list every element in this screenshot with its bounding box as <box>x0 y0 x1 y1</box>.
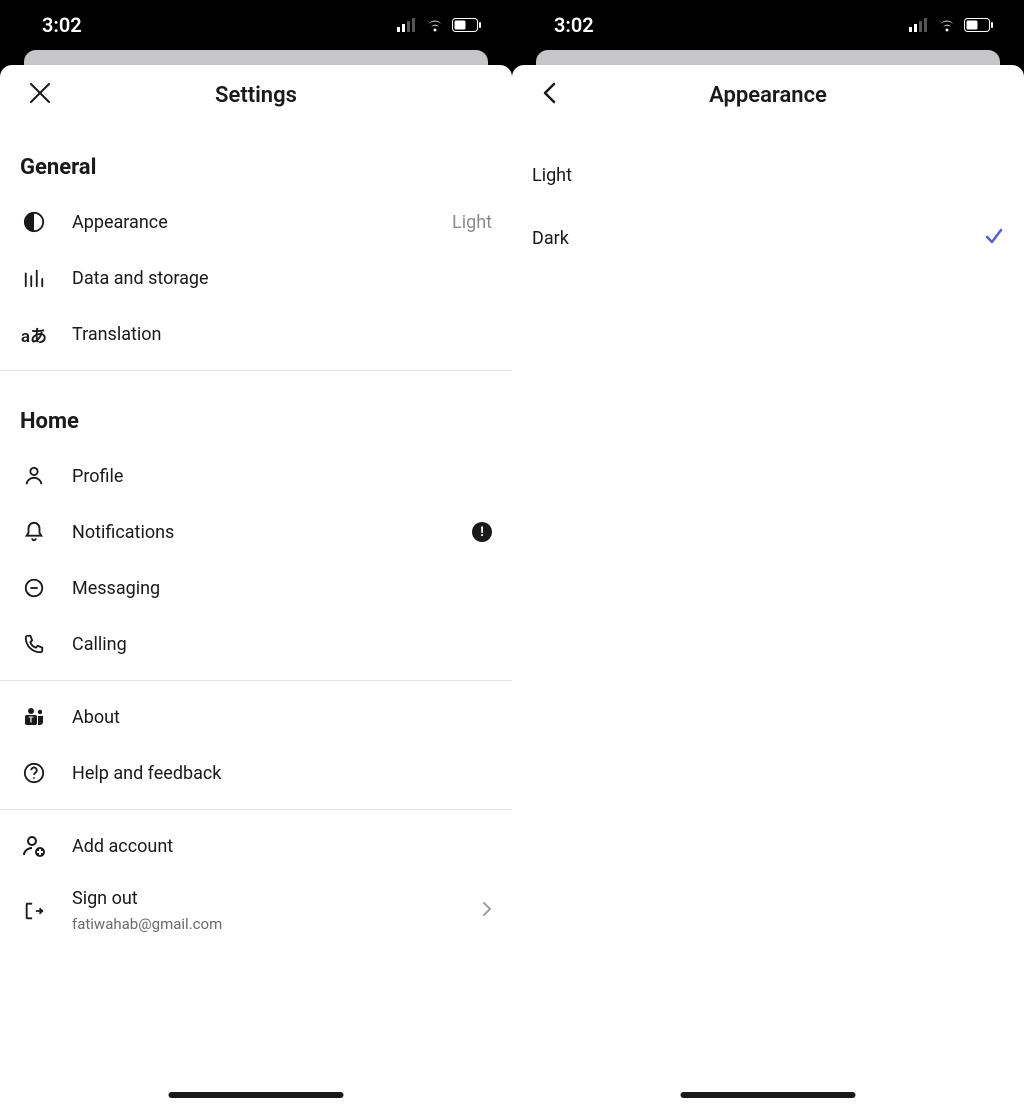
row-appearance[interactable]: Appearance Light <box>0 194 512 250</box>
row-label: Appearance <box>72 212 452 233</box>
wifi-icon <box>937 18 957 32</box>
phone-icon <box>20 630 48 658</box>
row-label: Help and feedback <box>72 763 492 784</box>
status-time: 3:02 <box>42 13 82 37</box>
option-label: Light <box>532 165 1004 186</box>
status-bar: 3:02 <box>0 0 512 50</box>
row-profile[interactable]: Profile <box>0 448 512 504</box>
messaging-icon <box>20 574 48 602</box>
teams-icon: T <box>20 703 48 731</box>
option-label: Dark <box>532 228 984 249</box>
phone-left: 3:02 Settings General Appearance Light <box>0 0 512 1108</box>
chevron-left-icon <box>540 81 558 105</box>
phone-right: 3:02 Appearance Light Dark <box>512 0 1024 1108</box>
home-indicator[interactable] <box>681 1092 856 1098</box>
row-notifications[interactable]: Notifications ! <box>0 504 512 560</box>
page-title: Appearance <box>709 83 827 108</box>
row-help[interactable]: Help and feedback <box>0 745 512 801</box>
translation-icon: aあ <box>20 320 48 348</box>
row-label: Data and storage <box>72 268 492 289</box>
account-email: fatiwahab@gmail.com <box>72 915 474 933</box>
battery-icon <box>964 18 994 32</box>
status-indicators <box>909 18 994 32</box>
row-messaging[interactable]: Messaging <box>0 560 512 616</box>
row-label: Profile <box>72 466 492 487</box>
wifi-icon <box>425 18 445 32</box>
divider <box>0 370 512 371</box>
settings-screen: Settings General Appearance Light Data a… <box>0 65 512 1108</box>
row-label: Notifications <box>72 522 472 543</box>
battery-icon <box>452 18 482 32</box>
nav-bar: Settings <box>0 65 512 125</box>
row-about[interactable]: T About <box>0 689 512 745</box>
profile-icon <box>20 462 48 490</box>
close-button[interactable] <box>20 73 60 117</box>
back-button[interactable] <box>532 73 566 117</box>
status-indicators <box>397 18 482 32</box>
row-label: Messaging <box>72 578 492 599</box>
divider <box>0 809 512 810</box>
page-title: Settings <box>215 83 297 108</box>
row-add-account[interactable]: Add account <box>0 818 512 874</box>
data-storage-icon <box>20 264 48 292</box>
sign-out-icon <box>20 897 48 925</box>
nav-bar: Appearance <box>512 65 1024 125</box>
signal-icon <box>909 18 930 32</box>
section-header-home: Home <box>0 379 512 448</box>
alert-badge: ! <box>472 522 492 542</box>
row-data-storage[interactable]: Data and storage <box>0 250 512 306</box>
row-label: Translation <box>72 324 492 345</box>
row-calling[interactable]: Calling <box>0 616 512 672</box>
row-label: About <box>72 707 492 728</box>
status-bar: 3:02 <box>512 0 1024 50</box>
row-label: Calling <box>72 634 492 655</box>
appearance-screen: Appearance Light Dark <box>512 65 1024 1108</box>
home-indicator[interactable] <box>169 1092 344 1098</box>
checkmark-icon <box>984 226 1004 250</box>
status-time: 3:02 <box>554 13 594 37</box>
add-account-icon <box>20 832 48 860</box>
close-icon <box>28 81 52 105</box>
row-label: Sign out <box>72 888 474 909</box>
row-sign-out[interactable]: Sign out fatiwahab@gmail.com <box>0 874 512 947</box>
divider <box>0 680 512 681</box>
chevron-right-icon <box>482 901 492 921</box>
bell-icon <box>20 518 48 546</box>
row-value: Light <box>452 212 492 233</box>
signal-icon <box>397 18 418 32</box>
section-header-general: General <box>0 125 512 194</box>
option-light[interactable]: Light <box>512 145 1024 206</box>
option-dark[interactable]: Dark <box>512 206 1024 270</box>
appearance-icon <box>20 208 48 236</box>
svg-text:T: T <box>29 716 34 725</box>
row-translation[interactable]: aあ Translation <box>0 306 512 362</box>
help-icon <box>20 759 48 787</box>
row-label: Add account <box>72 836 492 857</box>
